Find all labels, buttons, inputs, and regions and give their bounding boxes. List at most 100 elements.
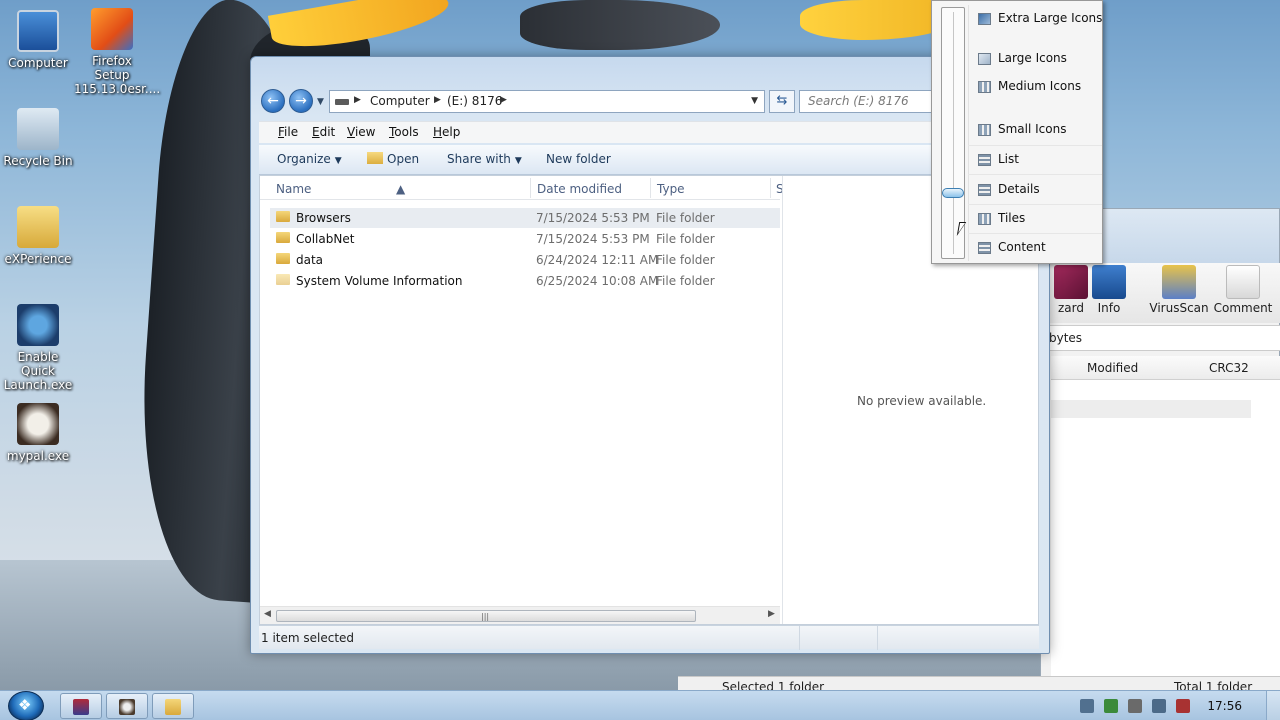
view-option-small-icons[interactable]: Small Icons [976,119,1100,141]
new-folder-button[interactable]: New folder [546,152,611,166]
file-row-collabnet[interactable]: CollabNet 7/15/2024 5:53 PM File folder [270,229,780,249]
column-divider[interactable] [650,178,651,198]
taskbar-app-mypal[interactable] [106,693,148,719]
background-app-address[interactable]: bytes [1041,325,1280,351]
list-item[interactable] [1051,400,1251,418]
menu-file[interactable]: File [278,125,298,139]
new-folder-label: New folder [546,152,611,166]
desktop-icon-computer[interactable]: Computer [0,10,76,70]
chevron-down-icon: ▼ [514,156,522,166]
view-option-tiles[interactable]: Tiles [976,208,1100,230]
folder-icon [276,232,290,243]
address-dropdown-icon[interactable]: ▼ [751,96,758,106]
installer-icon [91,8,133,50]
file-row-data[interactable]: data 6/24/2024 12:11 AM File folder [270,250,780,270]
desktop-icon-firefox-setup[interactable]: Firefox Setup 115.13.0esr.... [74,8,160,96]
desktop-icon-experience[interactable]: eXPerience [0,206,76,266]
recent-pages-dropdown-icon[interactable]: ▼ [317,97,324,107]
view-option-label: Details [998,182,1040,196]
tray-volume-muted-icon[interactable] [1176,699,1190,713]
taskbar-app-explorer[interactable] [152,693,194,719]
taskbar-clock[interactable]: 17:56 [1207,699,1242,713]
comment-icon [1226,265,1260,299]
extra-large-icons-icon [978,13,991,25]
folder-icon [276,211,290,222]
menu-tools[interactable]: Tools [389,125,419,139]
view-option-details[interactable]: Details [976,179,1100,201]
file-name: System Volume Information [296,274,463,288]
menu-separator [968,145,1102,146]
scroll-left-icon[interactable]: ◀ [264,609,271,619]
desktop-icon-label: Enable Quick Launch.exe [3,350,73,392]
column-crc32[interactable]: CRC32 [1209,361,1249,375]
view-option-large-icons[interactable]: Large Icons [976,48,1100,70]
chevron-right-icon[interactable]: ▶ [434,95,441,105]
computer-icon [17,10,59,52]
virusscan-button[interactable]: VirusScan [1145,263,1213,323]
file-type: File folder [656,253,715,267]
open-button[interactable]: Open [367,152,419,166]
chevron-right-icon[interactable]: ▶ [354,95,361,105]
back-button[interactable]: ← [261,89,285,113]
sort-ascending-icon: ▲ [396,182,406,196]
windows-logo-icon: ❖ [18,696,32,714]
refresh-button[interactable]: ⇆ [769,90,795,113]
menu-edit[interactable]: Edit [312,125,335,139]
desktop-icon-recycle-bin[interactable]: Recycle Bin [0,108,76,168]
show-desktop-button[interactable] [1266,691,1280,720]
column-type[interactable]: Type [657,182,685,196]
desktop-icon-enable-quick-launch[interactable]: Enable Quick Launch.exe [0,304,76,392]
recycle-bin-icon [17,108,59,150]
file-list-pane[interactable]: Name ▲ Date modified Type S Browsers 7/1… [259,175,1039,625]
breadcrumb-drive[interactable]: (E:) 8176 [447,94,502,108]
comment-button[interactable]: Comment [1209,263,1277,323]
preview-message: No preview available. [857,394,987,408]
tray-action-center-icon[interactable] [1128,699,1142,713]
scroll-right-icon[interactable]: ▶ [768,609,775,619]
large-icons-icon [978,53,991,65]
scrollbar-thumb[interactable]: ||| [276,610,696,622]
desktop-icon-mypal[interactable]: mypal.exe [0,403,76,463]
tray-network-icon[interactable] [1152,699,1166,713]
tiles-icon [978,213,991,225]
info-button[interactable]: Info [1079,263,1139,323]
address-bar[interactable]: ▶ Computer ▶ (E:) 8176 ▶ ▼ [329,90,765,113]
slider-thumb[interactable] [942,188,964,198]
chevron-right-icon[interactable]: ▶ [500,95,507,105]
view-option-medium-icons[interactable]: Medium Icons [976,76,1100,98]
background-app-window[interactable]: zard Info VirusScan Comment bytes Modifi… [1040,208,1280,693]
desktop-icon-label: mypal.exe [6,449,70,463]
file-row-system-volume-information[interactable]: System Volume Information 6/25/2024 10:0… [270,271,780,291]
view-option-content[interactable]: Content [976,237,1100,259]
mypal-icon [119,699,135,715]
navigation-bar: ← → ▼ ▶ Computer ▶ (E:) 8176 ▶ ▼ ⇆ Searc… [259,89,1039,115]
share-with-label: Share with [447,152,511,166]
column-divider[interactable] [530,178,531,198]
explorer-window[interactable]: ← → ▼ ▶ Computer ▶ (E:) 8176 ▶ ▼ ⇆ Searc… [250,56,1050,654]
menu-view[interactable]: View [347,125,375,139]
view-option-list[interactable]: List [976,149,1100,171]
tray-device-icon[interactable] [1080,699,1094,713]
breadcrumb-computer[interactable]: Computer [370,94,430,108]
background-app-toolbar: zard Info VirusScan Comment [1041,263,1280,323]
organize-button[interactable]: Organize ▼ [277,152,342,166]
tray-security-icon[interactable] [1104,699,1118,713]
taskbar-app-archiver[interactable] [60,693,102,719]
start-button[interactable]: ❖ [8,691,44,720]
horizontal-scrollbar[interactable]: ◀ ||| ▶ [260,606,780,624]
taskbar: ❖ 17:56 [0,690,1280,720]
view-mode-menu[interactable]: Extra Large Icons Large Icons Medium Ico… [931,0,1103,264]
folder-icon [165,699,181,715]
column-name[interactable]: Name [276,182,311,196]
column-divider[interactable] [770,178,771,198]
share-with-button[interactable]: Share with ▼ [447,152,522,166]
file-row-browsers[interactable]: Browsers 7/15/2024 5:53 PM File folder [270,208,780,228]
forward-button[interactable]: → [289,89,313,113]
column-date-modified[interactable]: Date modified [537,182,622,196]
view-option-extra-large-icons[interactable]: Extra Large Icons [976,8,1102,30]
background-app-list[interactable] [1051,380,1280,680]
menu-help[interactable]: Help [433,125,460,139]
file-name: Browsers [296,211,351,225]
column-modified[interactable]: Modified [1087,361,1138,375]
menu-separator [968,204,1102,205]
